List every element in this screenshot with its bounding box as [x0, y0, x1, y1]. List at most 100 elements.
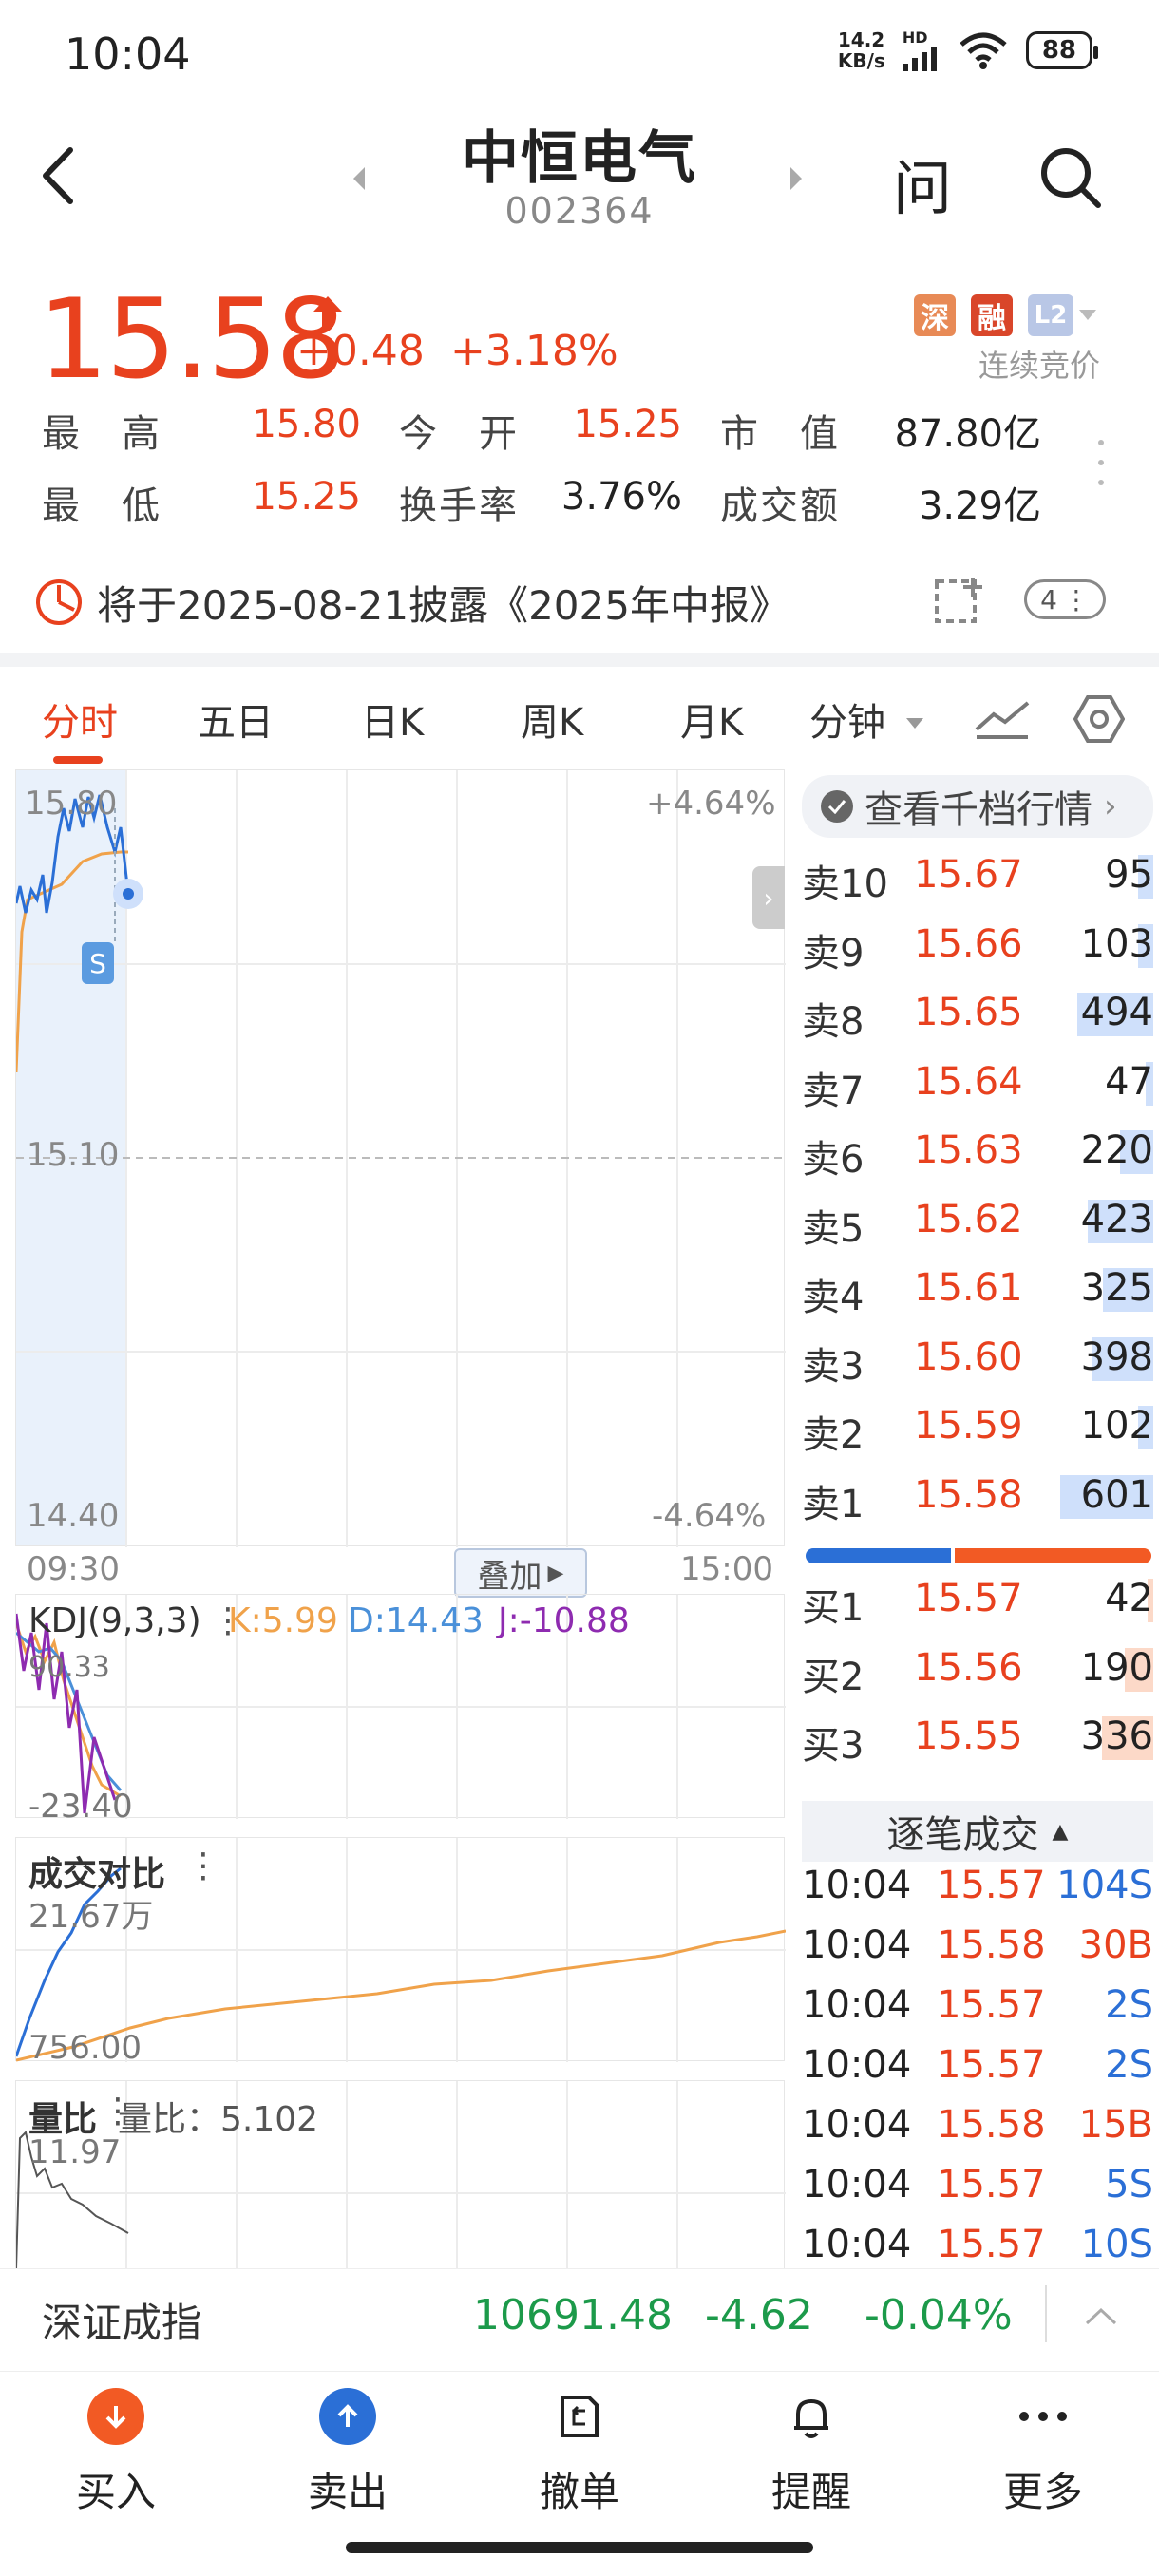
trading-status: 连续竞价 [978, 348, 1101, 384]
volume-ratio-top: 11.97 [28, 2133, 122, 2171]
sell-level-label: 卖7 [802, 1069, 864, 1113]
tab-minute[interactable]: 分钟 [809, 691, 885, 747]
chevron-right-icon: › [1104, 787, 1117, 825]
stat-value-open: 15.25 [573, 403, 682, 446]
sell-level-row[interactable]: 卖10 15.67 95 [802, 843, 1153, 912]
sell-level-row[interactable]: 卖9 15.66 103 [802, 913, 1153, 981]
tick-trade-price: 15.57 [937, 1864, 1046, 1907]
sell-level-volume: 95 [1105, 853, 1153, 897]
check-icon [821, 790, 853, 823]
stat-label-open: 今 开 [399, 412, 519, 456]
index-divider [1045, 2285, 1047, 2342]
buy-level-price: 15.55 [914, 1714, 1023, 1758]
sell-level-row[interactable]: 卖6 15.63 220 [802, 1119, 1153, 1187]
tick-trade-volume: 2S [1105, 2043, 1153, 2087]
y-axis-bottom: 14.40 [27, 1497, 120, 1535]
sell-level-label: 卖4 [802, 1276, 864, 1319]
up-arrow-icon [314, 296, 342, 327]
sell-level-row[interactable]: 卖4 15.61 325 [802, 1257, 1153, 1325]
sell-level-volume: 601 [1080, 1472, 1153, 1517]
stat-value-turnover: 3.76% [560, 475, 682, 519]
tab-weekly-k[interactable]: 周K [521, 691, 583, 747]
last-price-dot [123, 888, 134, 900]
tick-trade-time: 10:04 [802, 2163, 912, 2207]
sell-level-price: 15.59 [914, 1404, 1023, 1448]
sell-level-label: 卖5 [802, 1206, 864, 1251]
more-label: 更多 [1002, 2469, 1083, 2515]
stat-label-market-cap: 市 值 [720, 412, 840, 456]
buy-level-label: 买1 [802, 1586, 864, 1630]
tick-trade-volume: 2S [1105, 1983, 1153, 2027]
caret-up-icon: ▲ [1052, 1819, 1069, 1844]
tick-trade-price: 15.58 [937, 2103, 1046, 2147]
buy-level-price: 15.56 [914, 1645, 1023, 1690]
settings-icon[interactable] [1074, 693, 1125, 745]
expand-up-icon[interactable] [1085, 2306, 1117, 2325]
kdj-title[interactable]: KDJ(9,3,3) [28, 1601, 201, 1640]
y-axis-top: 15.80 [25, 785, 118, 823]
l2-dropdown-icon[interactable] [1079, 310, 1096, 320]
tab-intraday[interactable]: 分时 [42, 691, 118, 747]
next-stock-arrow[interactable] [790, 167, 802, 190]
side-panel-handle[interactable]: › [752, 866, 785, 929]
sell-level-row[interactable]: 卖2 15.59 102 [802, 1394, 1153, 1463]
buy-label: 买入 [75, 2469, 156, 2515]
order-balance-bar [806, 1548, 1151, 1563]
minute-dropdown-icon[interactable] [906, 718, 923, 729]
ask-button[interactable]: 问 [893, 141, 952, 226]
cancel-order-button[interactable]: 撤单 [504, 2388, 656, 2518]
alert-label: 提醒 [770, 2469, 851, 2515]
net-speed-unit: KB/s [837, 48, 885, 72]
volume-compare-bottom: 756.00 [28, 2029, 142, 2067]
overlay-button[interactable]: 叠加 ▶ [454, 1548, 587, 1598]
sell-level-price: 15.64 [914, 1059, 1023, 1104]
sell-button[interactable]: 卖出 [272, 2388, 424, 2518]
tick-trades-header[interactable]: 逐笔成交 ▲ [802, 1801, 1153, 1862]
buy-level-row[interactable]: 买1 15.57 42 [802, 1567, 1153, 1636]
time-end: 15:00 [680, 1550, 773, 1588]
sell-level-row[interactable]: 卖5 15.62 423 [802, 1188, 1153, 1257]
tick-trade-price: 15.57 [937, 2043, 1046, 2087]
sell-level-price: 15.65 [914, 991, 1023, 1034]
tab-five-day[interactable]: 五日 [198, 691, 274, 747]
alert-button[interactable]: 提醒 [735, 2388, 887, 2518]
volume-compare-menu-icon[interactable]: ⋮ [186, 1847, 220, 1885]
sell-arrow-icon [319, 2388, 376, 2445]
buy-level-row[interactable]: 买3 15.55 336 [802, 1705, 1153, 1773]
order-balance-buy [954, 1548, 1151, 1563]
intraday-chart[interactable] [15, 769, 786, 1547]
sell-marker[interactable]: S [82, 942, 114, 984]
sell-level-label: 卖2 [802, 1413, 864, 1457]
volume-compare-title[interactable]: 成交对比 [28, 1847, 165, 1896]
announcement-count-badge[interactable]: 4 ⋮ [1024, 579, 1106, 619]
sell-level-price: 15.67 [914, 853, 1023, 897]
buy-level-row[interactable]: 买2 15.56 190 [802, 1637, 1153, 1705]
sell-level-row[interactable]: 卖8 15.65 494 [802, 981, 1153, 1050]
more-button[interactable]: 更多 [967, 2388, 1119, 2518]
tick-trade-time: 10:04 [802, 2103, 912, 2147]
tab-monthly-k[interactable]: 月K [680, 691, 743, 747]
home-indicator[interactable] [346, 2542, 813, 2553]
buy-level-label: 买2 [802, 1655, 864, 1699]
kdj-j-value: J:-10.88 [498, 1601, 630, 1640]
tick-trade-row: 10:04 15.57 2S [802, 2043, 1153, 2102]
sell-level-volume: 423 [1080, 1197, 1153, 1241]
tab-daily-k[interactable]: 日K [361, 691, 424, 747]
sell-level-row[interactable]: 卖1 15.58 601 [802, 1464, 1153, 1532]
search-icon[interactable] [1037, 144, 1104, 211]
net-speed-value: 14.2 [837, 28, 885, 51]
index-value: 10691.48 [473, 2291, 673, 2339]
indicator-icon[interactable] [975, 697, 1030, 739]
buy-button[interactable]: 买入 [40, 2388, 192, 2518]
cancel-order-label: 撤单 [539, 2469, 619, 2515]
depth-quotes-button[interactable]: 查看千档行情 › [802, 775, 1153, 838]
add-watch-icon[interactable] [931, 574, 988, 627]
tick-trade-price: 15.57 [937, 2223, 1046, 2266]
more-stats-icon[interactable] [1097, 439, 1105, 486]
depth-quotes-label: 查看千档行情 [864, 788, 1092, 832]
sell-level-row[interactable]: 卖3 15.60 398 [802, 1326, 1153, 1394]
sell-level-row[interactable]: 卖7 15.64 47 [802, 1051, 1153, 1119]
announcement-text[interactable]: 将于2025-08-21披露《2025年中报》 [97, 574, 789, 632]
l2-tag[interactable]: L2 [1028, 294, 1074, 336]
sell-level-label: 卖9 [802, 931, 864, 975]
